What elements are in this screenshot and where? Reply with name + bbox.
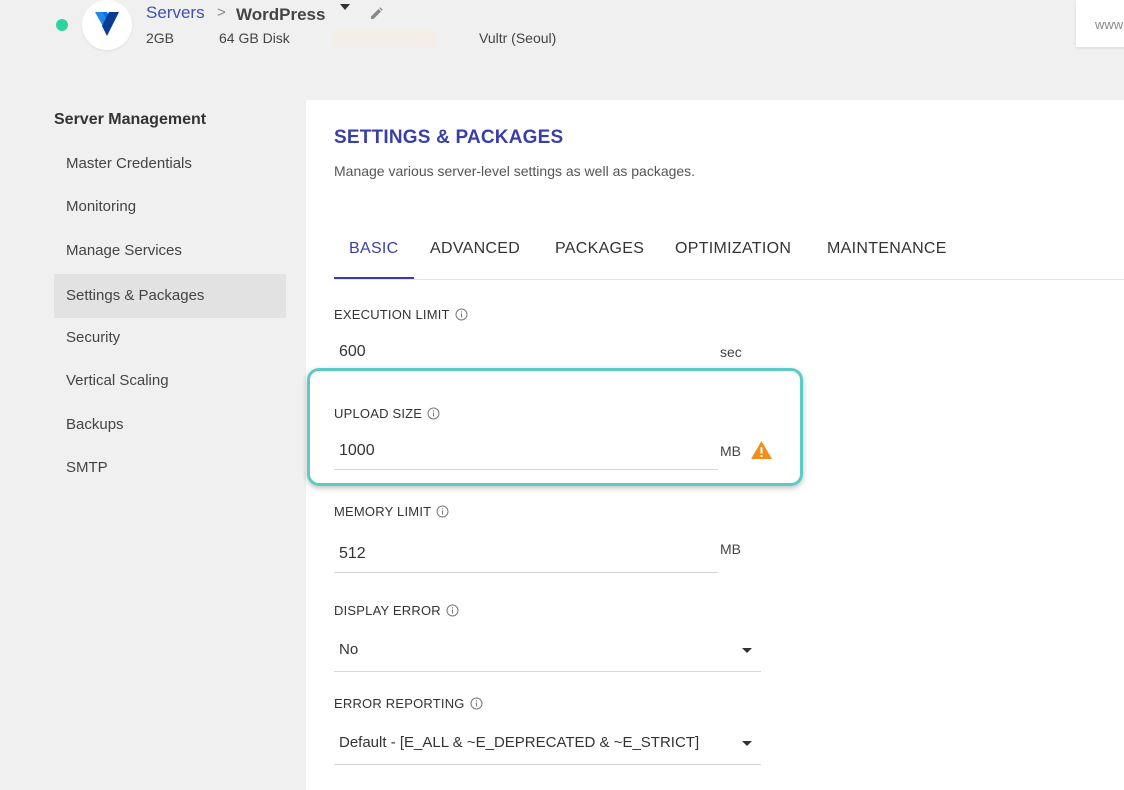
- tab-basic[interactable]: BASIC: [349, 240, 399, 258]
- info-icon[interactable]: [436, 505, 449, 521]
- execution-limit-input[interactable]: [334, 333, 718, 371]
- server-disk: 64 GB Disk: [219, 30, 290, 46]
- info-icon[interactable]: [470, 697, 483, 713]
- edit-pencil-icon[interactable]: [370, 7, 383, 25]
- server-location: Vultr (Seoul): [479, 30, 557, 46]
- sidebar-item-master-credentials[interactable]: Master Credentials: [54, 142, 286, 186]
- memory-limit-label: MEMORY LIMIT: [334, 504, 449, 521]
- server-ram: 2GB: [146, 30, 175, 46]
- app-url-text: www: [1095, 17, 1124, 32]
- vultr-logo-icon: [82, 0, 132, 50]
- app-dropdown-caret-icon[interactable]: [340, 4, 350, 10]
- execution-limit-label: EXECUTION LIMIT: [334, 307, 468, 324]
- settings-panel: SETTINGS & PACKAGES Manage various serve…: [306, 100, 1124, 790]
- sidebar-item-settings-packages[interactable]: Settings & Packages: [54, 274, 286, 318]
- breadcrumb-servers-link[interactable]: Servers: [146, 3, 205, 23]
- info-icon[interactable]: [446, 604, 459, 620]
- active-tab-indicator: [334, 277, 414, 279]
- page-title: SETTINGS & PACKAGES: [334, 127, 564, 148]
- tab-maintenance[interactable]: MAINTENANCE: [827, 240, 947, 258]
- sidebar-item-backups[interactable]: Backups: [54, 403, 286, 447]
- display-error-label-text: DISPLAY ERROR: [334, 603, 441, 618]
- tab-advanced[interactable]: ADVANCED: [430, 240, 520, 258]
- memory-limit-unit: MB: [720, 541, 741, 557]
- upload-size-label: UPLOAD SIZE: [334, 406, 440, 423]
- execution-limit-unit: sec: [720, 344, 742, 360]
- sidebar-item-security[interactable]: Security: [54, 316, 286, 360]
- memory-limit-label-text: MEMORY LIMIT: [334, 504, 432, 519]
- display-error-label: DISPLAY ERROR: [334, 603, 459, 620]
- upload-size-unit: MB: [720, 443, 741, 459]
- tab-optimization[interactable]: OPTIMIZATION: [675, 240, 791, 258]
- sidebar-item-manage-services[interactable]: Manage Services: [54, 229, 286, 273]
- breadcrumb-app-name: WordPress: [236, 5, 326, 24]
- error-reporting-select[interactable]: Default - [E_ALL & ~E_DEPRECATED & ~E_ST…: [334, 725, 761, 765]
- sidebar-item-smtp[interactable]: SMTP: [54, 446, 286, 490]
- tab-packages[interactable]: PACKAGES: [555, 240, 644, 258]
- info-icon[interactable]: [427, 407, 440, 423]
- breadcrumb-chevron-icon: >: [217, 4, 226, 21]
- upload-size-label-text: UPLOAD SIZE: [334, 406, 423, 421]
- sidebar-item-monitoring[interactable]: Monitoring: [54, 185, 286, 229]
- server-status-dot: [56, 19, 68, 31]
- sidebar-item-vertical-scaling[interactable]: Vertical Scaling: [54, 359, 286, 403]
- tabs-divider: [334, 279, 1124, 280]
- app-url-preview[interactable]: www: [1076, 0, 1124, 47]
- error-reporting-value: Default - [E_ALL & ~E_DEPRECATED & ~E_ST…: [339, 734, 700, 751]
- error-reporting-label: ERROR REPORTING: [334, 696, 483, 713]
- chevron-down-icon: [742, 648, 752, 653]
- chevron-down-icon: [742, 741, 752, 746]
- memory-limit-input[interactable]: [334, 535, 718, 573]
- display-error-select[interactable]: No: [334, 632, 761, 672]
- sidebar-title: Server Management: [54, 111, 207, 128]
- redacted-ip-address: [334, 30, 436, 48]
- error-reporting-label-text: ERROR REPORTING: [334, 696, 465, 711]
- display-error-value: No: [339, 641, 359, 658]
- execution-limit-label-text: EXECUTION LIMIT: [334, 307, 450, 322]
- warning-triangle-icon: [750, 440, 773, 465]
- page-subtitle: Manage various server-level settings as …: [334, 163, 696, 179]
- info-icon[interactable]: [455, 308, 468, 324]
- upload-size-input[interactable]: [334, 432, 718, 470]
